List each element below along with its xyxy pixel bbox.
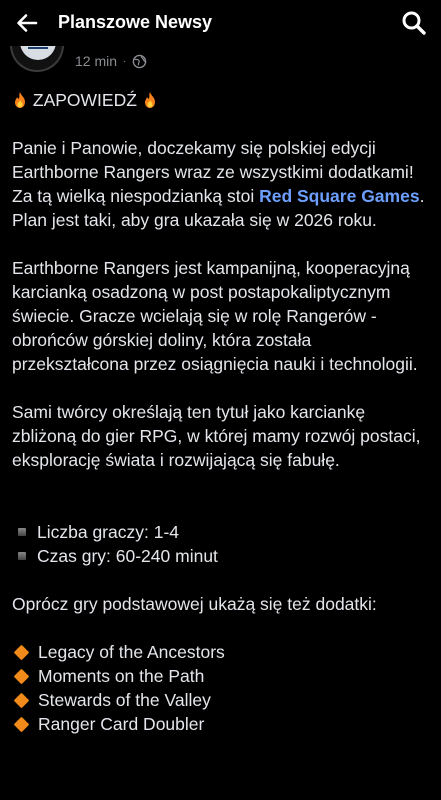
globe-icon (133, 54, 147, 68)
diamond-bullet-icon (13, 716, 30, 732)
diamond-bullet-icon (13, 692, 30, 708)
square-bullet-icon (18, 552, 26, 560)
expansion-text: Moments on the Path (38, 666, 205, 686)
expansion-item: Legacy of the Ancestors (12, 640, 432, 664)
expansions-intro: Oprócz gry podstawowej ukażą się też dod… (12, 594, 377, 614)
fact-item: Czas gry: 60-240 minut (12, 544, 432, 568)
arrow-left-icon (17, 14, 38, 32)
post-time[interactable]: 12 min (75, 53, 117, 69)
square-bullet-icon (18, 528, 26, 536)
post-heading-line: ZAPOWIEDŹ (12, 88, 432, 112)
expansion-text: Ranger Card Doubler (38, 714, 205, 734)
expansion-item: Stewards of the Valley (12, 688, 432, 712)
fact-item: Liczba graczy: 1-4 (12, 520, 432, 544)
post-heading: ZAPOWIEDŹ (32, 90, 137, 110)
fact-text: Liczba graczy: 1-4 (37, 522, 180, 542)
search-button[interactable] (399, 8, 429, 38)
expansion-item: Ranger Card Doubler (12, 712, 432, 736)
diamond-bullet-icon (13, 644, 30, 660)
paragraph-announcement: Panie i Panowie, doczekamy się polskiej … (12, 136, 432, 232)
diamond-bullet-icon (13, 668, 30, 684)
paragraph-description: Earthborne Rangers jest kampanijną, koop… (12, 258, 418, 374)
post-meta: 12 min · (75, 53, 147, 69)
publisher-link[interactable]: Red Square Games (259, 186, 419, 206)
expansion-text: Legacy of the Ancestors (38, 642, 225, 662)
post-content: ZAPOWIEDŹ Panie i Panowie, doczekamy się… (12, 88, 432, 736)
search-icon (402, 11, 426, 35)
paragraph-genre: Sami twórcy określają ten tytuł jako kar… (12, 402, 421, 470)
fire-icon (144, 92, 155, 108)
fact-text: Czas gry: 60-240 minut (37, 546, 218, 566)
fire-icon (15, 92, 25, 108)
back-button[interactable] (12, 8, 42, 38)
app-bar: Planszowe Newsy (0, 0, 441, 46)
expansion-text: Stewards of the Valley (38, 690, 211, 710)
expansion-item: Moments on the Path (12, 664, 432, 688)
meta-separator: · (123, 55, 127, 67)
page-title[interactable]: Planszowe Newsy (58, 12, 212, 33)
